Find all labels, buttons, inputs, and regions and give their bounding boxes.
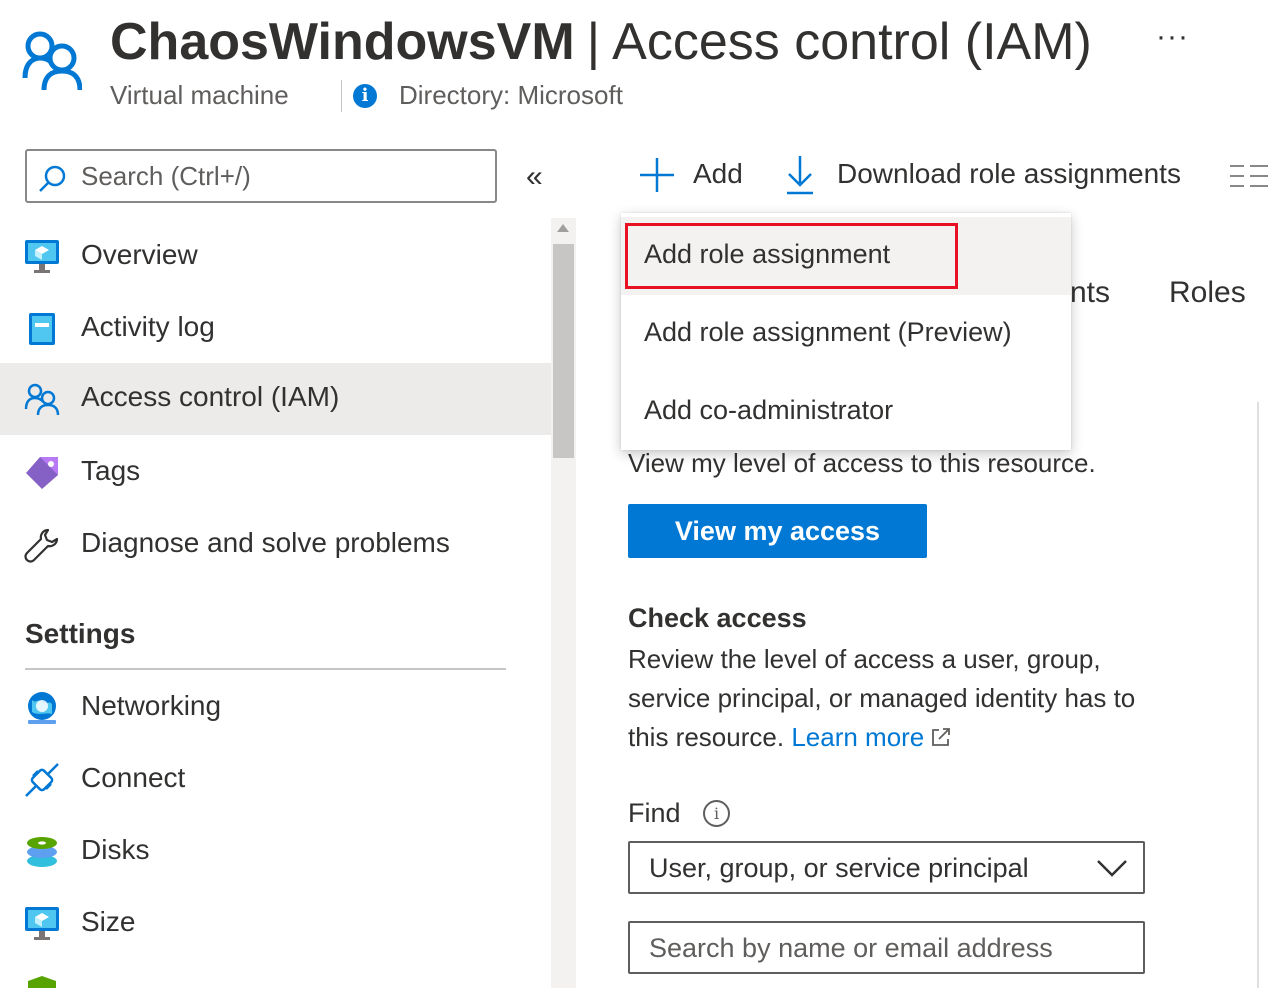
more-options-button[interactable]: ···	[1156, 20, 1189, 54]
check-access-description: Review the level of access a user, group…	[628, 640, 1168, 757]
sidebar-item-diagnose[interactable]: Diagnose and solve problems	[0, 509, 551, 581]
page-name: Access control (IAM)	[612, 13, 1092, 71]
sidebar-item-disks[interactable]: Disks	[0, 816, 551, 888]
menu-item-add-role-assignment-preview[interactable]: Add role assignment (Preview)	[621, 295, 1071, 373]
sidebar-item-label: Disks	[81, 834, 150, 865]
highlight-box	[625, 223, 958, 289]
sidebar-item-connect[interactable]: Connect	[0, 744, 551, 816]
users-icon	[24, 383, 60, 416]
external-link-icon[interactable]	[930, 726, 952, 748]
disks-icon	[27, 837, 57, 867]
my-access-description: View my level of access to this resource…	[628, 448, 1096, 478]
plus-icon	[640, 158, 674, 192]
sidebar-item-networking[interactable]: Networking	[0, 672, 551, 744]
chevron-down-icon	[1097, 860, 1127, 877]
menu-item-label: Add co-administrator	[644, 395, 894, 425]
scroll-thumb[interactable]	[553, 244, 574, 458]
download-label: Download role assignments	[837, 158, 1181, 189]
find-type-dropdown[interactable]: User, group, or service principal	[628, 841, 1145, 894]
sidebar-item-label: Activity log	[81, 311, 215, 342]
sidebar-item-access-control[interactable]: Access control (IAM)	[0, 363, 551, 435]
directory-label: Directory: Microsoft	[399, 80, 623, 110]
search-icon	[39, 165, 66, 192]
sidebar-item-activity-log[interactable]: Activity log	[0, 293, 551, 365]
download-icon	[787, 156, 813, 195]
scroll-up-arrow[interactable]	[557, 224, 569, 232]
view-my-access-button[interactable]: View my access	[628, 504, 927, 558]
content-divider	[1257, 402, 1259, 988]
find-type-value: User, group, or service principal	[649, 853, 1029, 883]
networking-icon	[28, 692, 56, 724]
search-placeholder: Search (Ctrl+/)	[81, 161, 251, 191]
sidebar-item-label: Networking	[81, 690, 222, 721]
find-search-input[interactable]: Search by name or email address	[628, 921, 1145, 974]
find-label: Find	[628, 798, 681, 828]
sidebar-item-label: Diagnose and solve problems	[81, 527, 450, 558]
title-separator: |	[586, 13, 601, 71]
resource-type: Virtual machine	[110, 80, 289, 110]
header-divider	[341, 80, 342, 112]
settings-divider	[25, 668, 506, 670]
sidebar-search-input[interactable]: Search (Ctrl+/)	[25, 149, 497, 203]
collapse-sidebar-button[interactable]: «	[526, 160, 543, 194]
sidebar-item-label: Size	[81, 906, 136, 937]
tag-icon	[26, 457, 58, 489]
users-icon	[22, 31, 82, 91]
resource-name: ChaosWindowsVM	[110, 13, 575, 71]
settings-section-header: Settings	[25, 618, 136, 649]
sidebar-item-label: Access control (IAM)	[81, 381, 340, 412]
vm-monitor-icon	[25, 907, 59, 940]
wrench-icon	[24, 528, 59, 563]
info-icon[interactable]: i	[703, 800, 730, 827]
sidebar-item-label: Connect	[81, 762, 186, 793]
find-search-placeholder: Search by name or email address	[649, 933, 1053, 963]
connect-icon	[25, 763, 59, 797]
sidebar-item-label: Overview	[81, 239, 198, 270]
menu-item-label: Add role assignment (Preview)	[644, 317, 1012, 347]
security-icon	[28, 976, 56, 988]
info-icon: i	[353, 84, 377, 108]
sidebar-item-label: Tags	[81, 455, 141, 486]
add-label: Add	[693, 158, 743, 189]
tab-roles[interactable]: Roles	[1169, 276, 1246, 310]
page-title: ChaosWindowsVM | Access control (IAM)	[110, 10, 1092, 74]
edit-columns-icon[interactable]	[1228, 163, 1270, 189]
vm-monitor-icon	[25, 240, 59, 273]
learn-more-link[interactable]: Learn more	[791, 722, 924, 752]
check-access-title: Check access	[628, 603, 807, 633]
sidebar-item-size[interactable]: Size	[0, 888, 551, 960]
activity-log-icon	[29, 313, 55, 345]
sidebar-item-tags[interactable]: Tags	[0, 437, 551, 509]
menu-item-add-co-administrator[interactable]: Add co-administrator	[621, 373, 1071, 451]
sidebar-item-overview[interactable]: Overview	[0, 221, 551, 293]
